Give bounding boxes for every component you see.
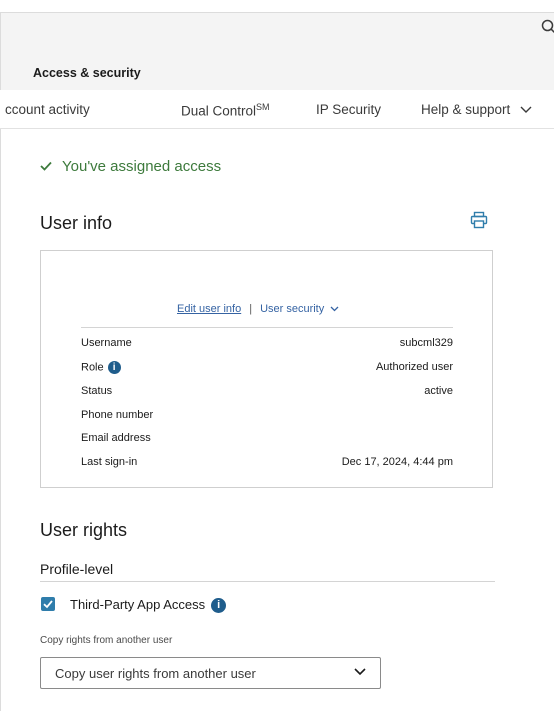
user-security-dropdown[interactable]: User security	[260, 303, 339, 315]
nav-item-help-support[interactable]: Help & support	[421, 102, 532, 117]
header-top-border	[0, 12, 554, 13]
select-value: Copy user rights from another user	[55, 666, 256, 681]
info-label-wrap: Role i	[81, 361, 121, 374]
info-value: subcml329	[399, 337, 453, 349]
divider	[40, 581, 495, 582]
user-info-title: User info	[40, 213, 113, 233]
search-icon[interactable]	[541, 19, 554, 35]
info-label: Role	[81, 361, 104, 374]
info-value: Authorized user	[375, 361, 453, 373]
nav-item-label: Help & support	[421, 102, 511, 117]
service-mark: SM	[256, 102, 270, 112]
nav-item-label: IP Security	[316, 102, 382, 117]
info-icon[interactable]: i	[107, 361, 121, 374]
info-label: Phone number	[81, 409, 154, 421]
nav-item-dual-control[interactable]: Dual ControlSM	[181, 102, 270, 119]
copy-rights-label: Copy rights from another user	[40, 635, 173, 646]
third-party-app-access-checkbox[interactable]	[41, 597, 55, 611]
nav-item-account-activity[interactable]: ccount activity	[5, 102, 90, 117]
link-separator: |	[249, 303, 253, 315]
divider	[81, 327, 453, 328]
copy-rights-select[interactable]: Copy user rights from another user	[40, 657, 381, 689]
checkmark-icon	[40, 158, 52, 175]
success-message: You've assigned access	[40, 158, 221, 175]
user-rights-title: User rights	[40, 520, 128, 540]
success-text: You've assigned access	[62, 158, 222, 175]
user-info-links: Edit user info | User security	[177, 303, 339, 315]
nav-item-label: Dual Control	[181, 103, 257, 119]
checkmark-icon	[43, 600, 53, 609]
printer-icon[interactable]	[470, 211, 488, 229]
third-party-app-access-label[interactable]: Third-Party App Access i	[70, 597, 227, 614]
chevron-down-icon	[520, 106, 532, 114]
chevron-down-icon	[354, 668, 366, 676]
nav-item-ip-security[interactable]: IP Security	[316, 102, 381, 117]
info-label: Username	[81, 337, 132, 349]
edit-user-info-link[interactable]: Edit user info	[177, 303, 241, 315]
info-icon[interactable]: i	[211, 598, 227, 614]
profile-level-heading: Profile-level	[40, 561, 114, 577]
checkbox-label: Third-Party App Access	[70, 597, 206, 612]
breadcrumb[interactable]: Access & security	[33, 66, 141, 80]
user-security-label: User security	[260, 303, 325, 315]
info-label: Email address	[81, 432, 151, 444]
nav-item-label: ccount activity	[5, 102, 90, 117]
info-label: Last sign-in	[81, 456, 138, 468]
chevron-down-icon	[330, 306, 339, 312]
info-label: Status	[81, 385, 113, 397]
info-value: active	[424, 385, 453, 397]
info-value: Dec 17, 2024, 4:44 pm	[341, 456, 453, 468]
user-info-card: Edit user info | User security Username su…	[40, 250, 493, 488]
